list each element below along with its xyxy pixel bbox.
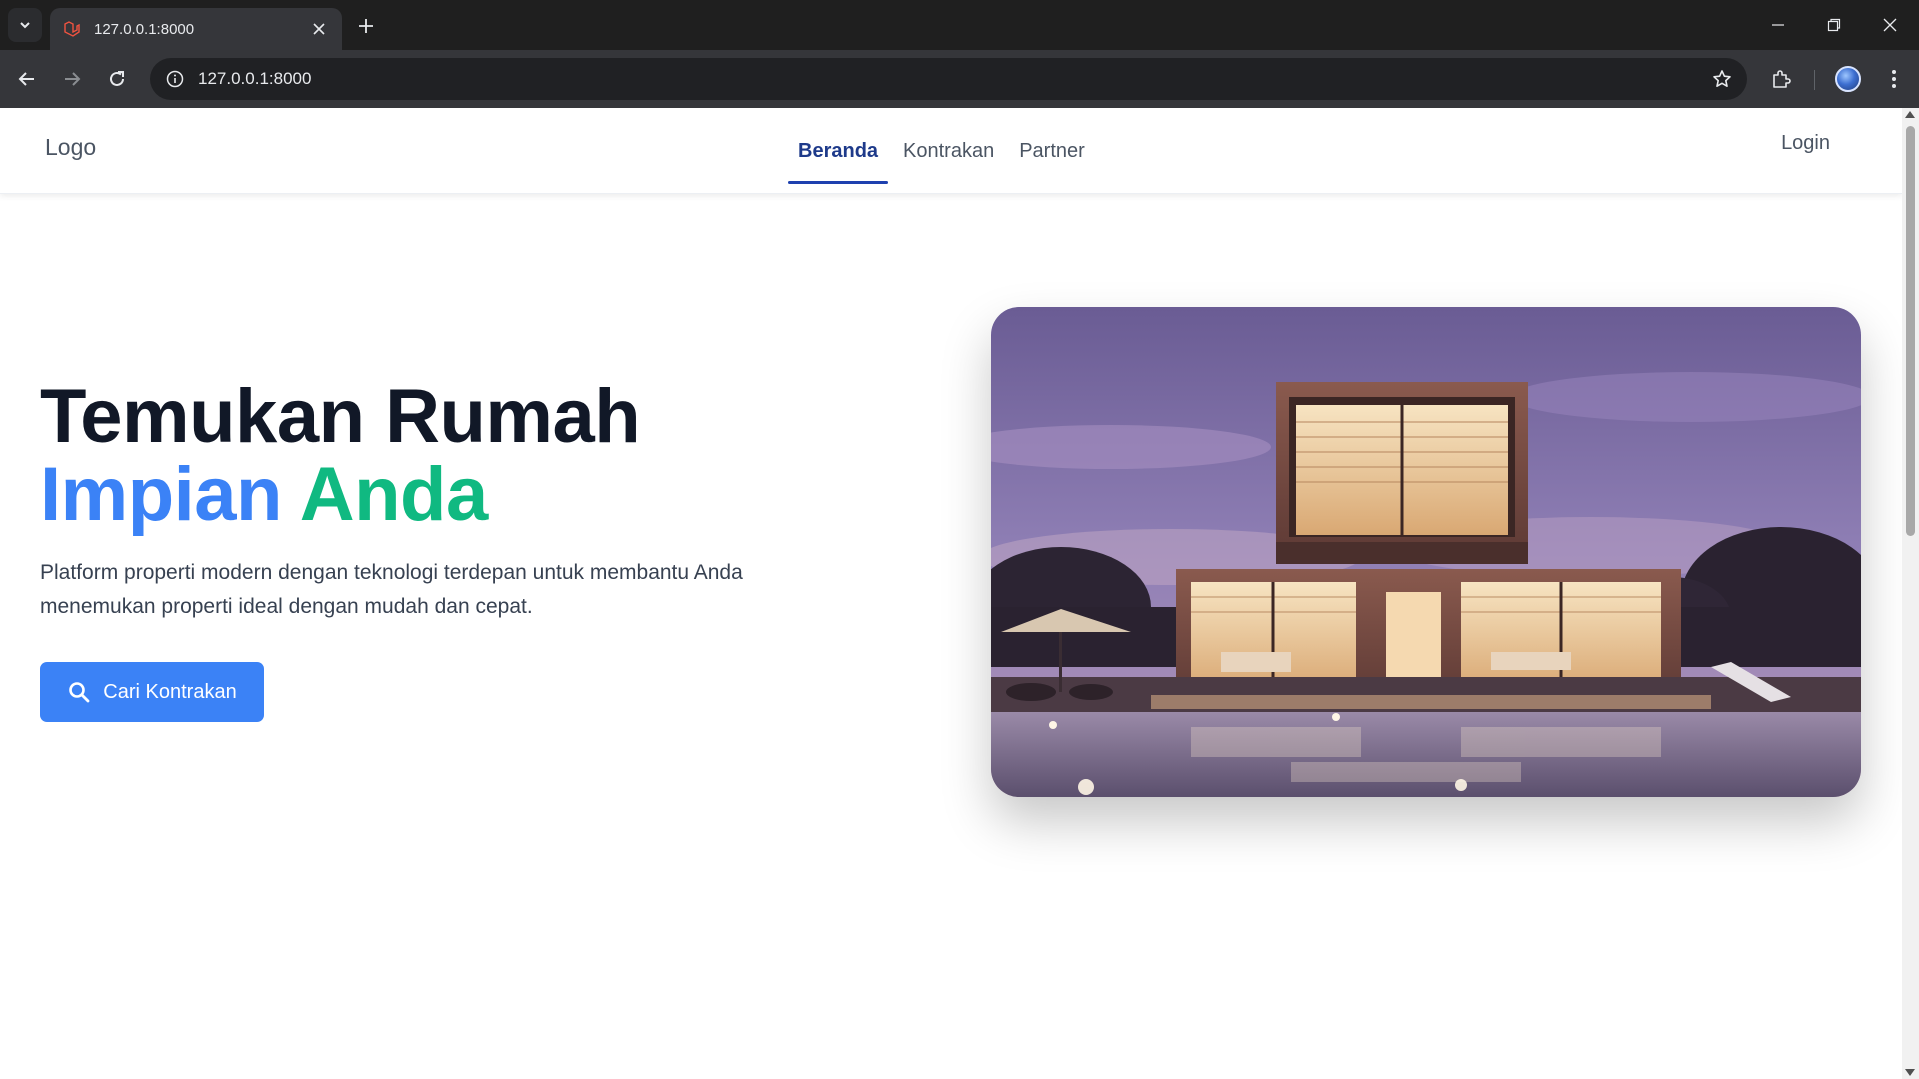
browser-toolbar: 127.0.0.1:8000 xyxy=(0,50,1919,108)
new-tab-icon[interactable] xyxy=(352,12,380,40)
scroll-down-icon[interactable] xyxy=(1905,1069,1915,1076)
site-logo[interactable]: Logo xyxy=(45,134,96,161)
nav-link-beranda[interactable]: Beranda xyxy=(788,108,889,194)
scroll-up-icon[interactable] xyxy=(1905,111,1915,118)
tab-title: 127.0.0.1:8000 xyxy=(94,20,195,38)
hero-title-line1: Temukan Rumah xyxy=(40,374,641,459)
menu-dots-icon[interactable] xyxy=(1877,62,1911,96)
hero-title: Temukan Rumah Impian Anda xyxy=(40,378,800,534)
browser-tab[interactable]: 127.0.0.1:8000 xyxy=(50,8,342,50)
hero-text: Temukan Rumah Impian Anda Platform prope… xyxy=(40,378,800,722)
address-bar[interactable]: 127.0.0.1:8000 xyxy=(150,58,1747,100)
window-close-icon[interactable] xyxy=(1862,0,1918,50)
url-text[interactable]: 127.0.0.1:8000 xyxy=(198,69,311,89)
scrollbar-thumb[interactable] xyxy=(1906,126,1915,536)
search-icon xyxy=(67,680,91,704)
extensions-icon[interactable] xyxy=(1764,62,1798,96)
hero-house-image xyxy=(991,307,1861,797)
close-icon[interactable] xyxy=(308,18,330,40)
site-info-icon[interactable] xyxy=(164,68,186,90)
cari-kontrakan-button[interactable]: Cari Kontrakan xyxy=(40,662,264,722)
hero-title-word-impian: Impian xyxy=(40,452,282,537)
hero-title-word-anda: Anda xyxy=(299,452,489,537)
tab-strip: 127.0.0.1:8000 xyxy=(0,0,1919,50)
back-icon[interactable] xyxy=(10,62,44,96)
toolbar-separator xyxy=(1814,70,1815,90)
profile-avatar-icon[interactable] xyxy=(1831,62,1865,96)
web-page: Logo Beranda Kontrakan Partner Login Tem… xyxy=(0,108,1902,1079)
restore-icon[interactable] xyxy=(1806,0,1862,50)
hero-description: Platform properti modern dengan teknolog… xyxy=(40,561,743,618)
login-link[interactable]: Login xyxy=(1781,132,1830,155)
tab-search-icon[interactable] xyxy=(8,8,42,42)
forward-icon[interactable] xyxy=(55,62,89,96)
page-scrollbar[interactable] xyxy=(1902,108,1919,1079)
reload-icon[interactable] xyxy=(100,62,134,96)
laravel-favicon-icon xyxy=(62,19,82,39)
nav-link-kontrakan[interactable]: Kontrakan xyxy=(893,108,1004,194)
bookmark-star-icon[interactable] xyxy=(1711,68,1733,90)
nav-link-partner[interactable]: Partner xyxy=(1009,108,1095,194)
site-navbar: Logo Beranda Kontrakan Partner Login xyxy=(0,108,1902,194)
cari-kontrakan-label: Cari Kontrakan xyxy=(103,680,237,703)
main-menu: Beranda Kontrakan Partner xyxy=(788,108,1100,194)
minimize-icon[interactable] xyxy=(1750,0,1806,50)
browser-chrome: 127.0.0.1:8000 127.0.0.1:8000 xyxy=(0,0,1919,108)
